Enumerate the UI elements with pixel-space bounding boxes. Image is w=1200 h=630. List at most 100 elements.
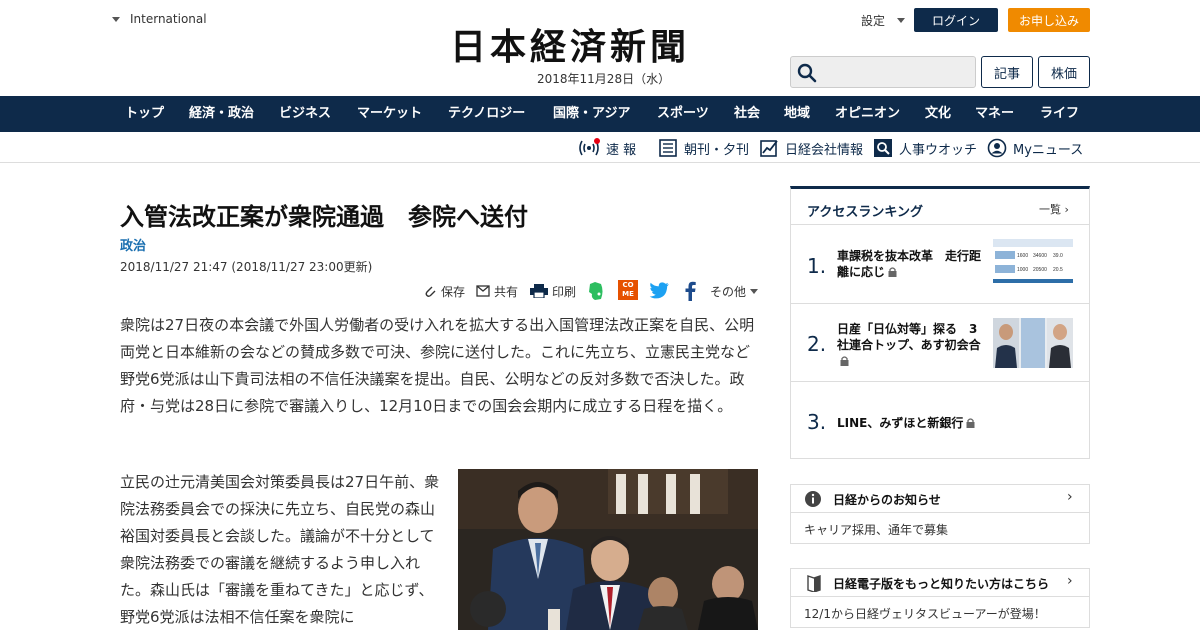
nav-business[interactable]: ビジネス [279, 96, 331, 132]
rank-headline[interactable]: 日産「日仏対等」探る 3社連合トップ、あす初会合 [837, 321, 987, 369]
evernote-icon[interactable] [587, 281, 605, 301]
ranking-header: アクセスランキング 一覧 › [791, 189, 1089, 225]
subnav-paper[interactable]: 朝刊・夕刊 [658, 137, 749, 159]
print-button[interactable]: 印刷 [530, 281, 576, 301]
subnav-mynews-label: Myニュース [1013, 142, 1084, 158]
article-category[interactable]: 政治 [120, 235, 146, 254]
access-ranking: アクセスランキング 一覧 › 1. 車課税を抜本改革 走行距離に応じ 1600 … [790, 186, 1090, 459]
svg-text:20500: 20500 [1033, 267, 1047, 273]
nav-opinion[interactable]: オピニオン [835, 96, 900, 132]
article-lead: 衆院は27日夜の本会議で外国人労働者の受け入れを拡大する出入国管理法改正案を自民… [120, 316, 755, 415]
nav-economy-politics[interactable]: 経済・政治 [189, 96, 254, 132]
search-stocks-button[interactable]: 株価 [1038, 56, 1090, 88]
rank-headline-text: 車課税を抜本改革 走行距離に応じ [837, 249, 982, 279]
ranking-item[interactable]: 3. LINE、みずほと新銀行 [791, 382, 1089, 460]
comeme-icon[interactable]: CO ME [618, 280, 638, 300]
article-body: 立民の辻元清美国会対策委員長は27日午前、衆院法務委員会での採決に先立ち、自民党… [120, 473, 440, 626]
article-date: 2018/11/27 21:47 (2018/11/27 23:00更新) [120, 260, 373, 274]
subnav-flash-news[interactable]: 速 報 [578, 137, 636, 159]
caret-down-icon [112, 16, 120, 22]
nav-life[interactable]: ライフ [1040, 96, 1079, 132]
subnav-company-label: 日経会社情報 [785, 142, 864, 158]
rank-number: 2. [807, 332, 827, 356]
article-photo[interactable] [458, 469, 758, 630]
mail-icon [476, 285, 490, 297]
notice-body[interactable]: 12/1から日経ヴェリタスビューアーが登場！ [804, 605, 1046, 622]
search-articles-button[interactable]: 記事 [981, 56, 1033, 88]
region-label: International [130, 12, 207, 26]
region-selector[interactable]: International [112, 12, 207, 26]
sub-nav: 速 報 朝刊・夕刊 日経会社情報 人事ウオッチ Myニュース [0, 132, 1200, 163]
lock-icon [888, 267, 897, 277]
printer-icon [530, 284, 548, 298]
broadcast-icon [579, 138, 600, 156]
digital-edition-box[interactable]: 日経電子版をもっと知りたい方はこちら › 12/1から日経ヴェリタスビューアーが… [790, 568, 1090, 628]
parliament-photo [458, 469, 758, 630]
subnav-my-news[interactable]: Myニュース [987, 137, 1083, 159]
settings-menu[interactable]: 設定 [861, 12, 906, 29]
svg-text:39.0: 39.0 [1053, 253, 1063, 259]
rank-headline[interactable]: LINE、みずほと新銀行 [837, 415, 1077, 431]
nikkei-notice-box[interactable]: 日経からのお知らせ › キャリア採用、通年で募集 [790, 484, 1090, 544]
book-icon [807, 575, 821, 592]
ranking-title: アクセスランキング [807, 205, 923, 220]
notice-title: 日経電子版をもっと知りたい方はこちら [833, 577, 1050, 591]
rank-number: 1. [807, 254, 827, 278]
ranking-item[interactable]: 1. 車課税を抜本改革 走行距離に応じ 1600 34600 39.0 1000… [791, 225, 1089, 304]
rank-headline-text: 日産「日仏対等」探る 3社連合トップ、あす初会合 [837, 322, 981, 352]
more-share-button[interactable]: その他 [710, 281, 759, 301]
print-label: 印刷 [552, 284, 577, 299]
info-icon [805, 491, 821, 507]
site-logo[interactable]: 日本経済新聞 [450, 26, 750, 68]
nav-top[interactable]: トップ [125, 96, 164, 132]
ranking-item[interactable]: 2. 日産「日仏対等」探る 3社連合トップ、あす初会合 [791, 304, 1089, 382]
search-icon[interactable] [797, 63, 817, 83]
subnav-people-watch[interactable]: 人事ウオッチ [873, 137, 977, 159]
svg-text:34600: 34600 [1033, 253, 1047, 259]
caret-down-icon [750, 288, 759, 294]
nav-region[interactable]: 地域 [784, 96, 810, 132]
login-button[interactable]: ログイン [914, 8, 998, 32]
search-input[interactable] [790, 56, 976, 88]
nav-society[interactable]: 社会 [734, 96, 760, 132]
ranking-more-link[interactable]: 一覧 › [1039, 201, 1069, 217]
nav-money[interactable]: マネー [975, 96, 1014, 132]
lock-icon [966, 418, 975, 428]
rank-headline[interactable]: 車課税を抜本改革 走行距離に応じ [837, 248, 987, 280]
ranking-more-label: 一覧 [1039, 203, 1061, 216]
subscribe-button[interactable]: お申し込み [1008, 8, 1090, 32]
chevron-right-icon: › [1067, 489, 1073, 505]
save-label: 保存 [441, 284, 466, 299]
subnav-paper-label: 朝刊・夕刊 [684, 142, 750, 158]
nav-international[interactable]: 国際・アジア [553, 96, 630, 132]
ranking-thumbnail: 1600 34600 39.0 1000 20500 20.5 [993, 239, 1073, 289]
nav-culture[interactable]: 文化 [925, 96, 951, 132]
nav-market[interactable]: マーケット [357, 96, 422, 132]
svg-text:1000: 1000 [1017, 267, 1028, 273]
user-icon [987, 138, 1007, 158]
svg-text:1600: 1600 [1017, 253, 1028, 259]
twitter-icon[interactable] [649, 282, 670, 299]
nav-sports[interactable]: スポーツ [657, 96, 709, 132]
newspaper-icon [659, 139, 677, 157]
nav-technology[interactable]: テクノロジー [448, 96, 525, 132]
issue-date: 2018年11月28日（水） [537, 72, 671, 86]
chart-icon [760, 140, 778, 157]
settings-label: 設定 [861, 14, 886, 28]
chevron-right-icon: › [1067, 573, 1073, 589]
notice-title: 日経からのお知らせ [833, 493, 941, 507]
rank-number: 3. [807, 410, 827, 434]
main-nav: トップ 経済・政治 ビジネス マーケット テクノロジー 国際・アジア スポーツ … [0, 96, 1200, 132]
save-button[interactable]: 保存 [423, 281, 465, 301]
site-header: International 日本経済新聞 2018年11月28日（水） 設定 ロ… [0, 0, 1200, 96]
share-button[interactable]: 共有 [476, 281, 518, 301]
facebook-icon[interactable] [684, 281, 696, 301]
notice-body[interactable]: キャリア採用、通年で募集 [804, 521, 948, 538]
rank-headline-text: LINE、みずほと新銀行 [837, 416, 964, 430]
notice-header: 日経電子版をもっと知りたい方はこちら › [791, 569, 1089, 597]
subnav-company-info[interactable]: 日経会社情報 [759, 137, 863, 159]
share-label: 共有 [494, 284, 519, 299]
more-share-label: その他 [710, 284, 747, 299]
paperclip-icon [425, 286, 436, 297]
ranking-thumbnail [993, 318, 1073, 368]
